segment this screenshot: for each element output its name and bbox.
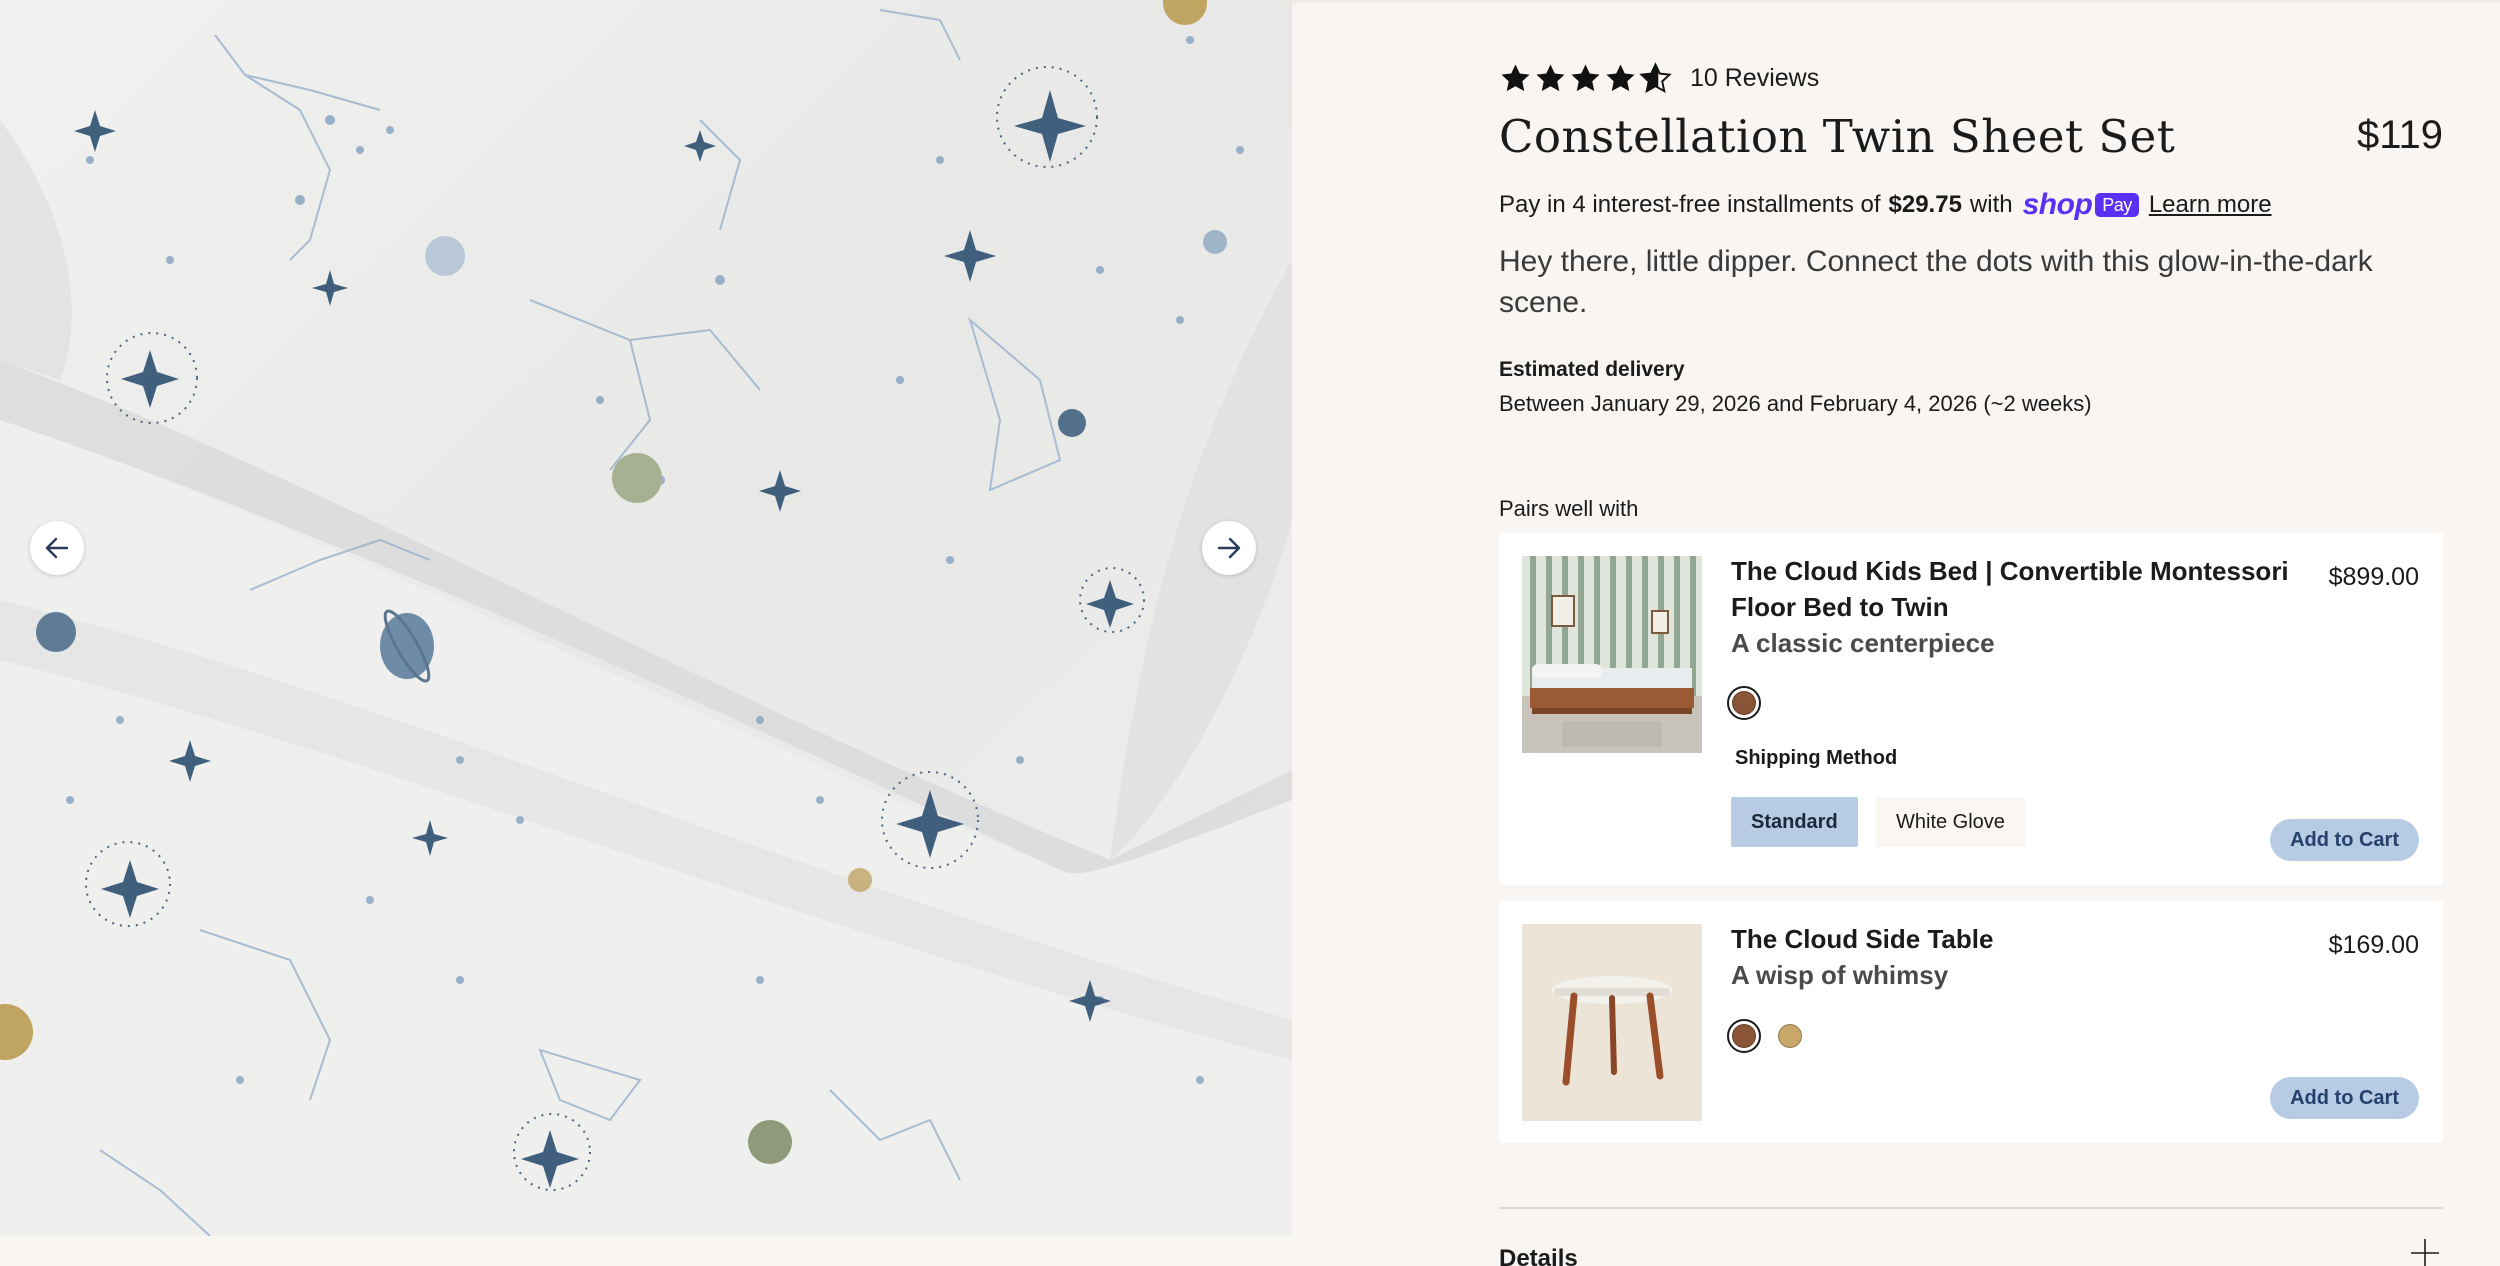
gallery-prev-button[interactable] [30,521,84,575]
arrow-left-icon [45,537,69,559]
delivery-heading: Estimated delivery [1499,358,1685,381]
side-table-swatch-walnut[interactable] [1727,1019,1761,1053]
arrow-right-icon [1217,537,1241,559]
rating-row[interactable]: 10 Reviews [1499,62,1819,95]
star-rating [1499,62,1672,95]
side-table-name[interactable]: The Cloud Side Table [1731,921,2291,957]
star-full-icon [1501,64,1530,92]
gallery-next-button[interactable] [1202,521,1256,575]
installments-text: Pay in 4 interest-free installments of [1499,191,1881,218]
installments-amount: $29.75 [1888,191,1962,218]
plus-icon[interactable] [2409,1237,2441,1266]
side-table-price: $169.00 [2328,931,2419,959]
star-half-icon [1639,62,1672,94]
side-table-thumbnail[interactable] [1522,924,1702,1121]
details-accordion-label[interactable]: Details [1499,1245,1578,1266]
product-image-gallery [0,0,1292,1236]
kids-bed-swatch-walnut[interactable] [1727,686,1761,720]
product-description: Hey there, little dipper. Connect the do… [1499,245,2373,319]
pairs-heading: Pairs well with [1499,496,1639,521]
swatch-color-chip [1732,1024,1756,1048]
product-price: $119 [2356,113,2443,157]
product-title: Constellation Twin Sheet Set [1499,110,2176,163]
side-table-add-to-cart-button[interactable]: Add to Cart [2270,1077,2419,1119]
side-table-subtitle: A wisp of whimsy [1731,960,1949,990]
shipping-white-glove-button[interactable]: White Glove [1876,797,2025,847]
delivery-estimate: Between January 29, 2026 and February 4,… [1499,391,2092,416]
pairing-info-kids-bed: The Cloud Kids Bed | Convertible Montess… [1731,553,2291,661]
installments-row: Pay in 4 interest-free installments of $… [1499,188,2272,222]
shipping-standard-button[interactable]: Standard [1731,797,1858,847]
swatch-color-chip [1732,691,1756,715]
star-full-icon [1606,64,1635,92]
installments-with: with [1969,191,2013,218]
shop-pay-logo: shop Pay [2023,188,2139,222]
learn-more-link[interactable]: Learn more [2149,191,2272,219]
side-table-swatch-natural[interactable] [1773,1019,1807,1053]
kids-bed-add-to-cart-button[interactable]: Add to Cart [2270,819,2419,861]
reviews-link[interactable]: 10 Reviews [1690,64,1819,93]
pairing-card-side-table: The Cloud Side Table A wisp of whimsy $1… [1499,901,2443,1143]
shop-pay-badge: Pay [2095,193,2139,217]
kids-bed-thumbnail[interactable] [1522,556,1702,753]
kids-bed-image [1522,556,1702,753]
details-divider [1499,1207,2443,1209]
shop-pay-wordmark: shop [2022,188,2093,221]
kids-bed-name[interactable]: The Cloud Kids Bed | Convertible Montess… [1731,553,2291,625]
star-full-icon [1536,64,1565,92]
pairing-info-side-table: The Cloud Side Table A wisp of whimsy [1731,921,2291,993]
swatch-color-chip [1778,1024,1802,1048]
star-full-icon [1571,64,1600,92]
sheet-set-photo [0,0,1292,1236]
kids-bed-price: $899.00 [2328,563,2419,591]
top-divider [1292,0,2500,3]
kids-bed-subtitle: A classic centerpiece [1731,628,1995,658]
side-table-image [1522,924,1702,1121]
pairing-card-kids-bed: The Cloud Kids Bed | Convertible Montess… [1499,533,2443,885]
shipping-method-label: Shipping Method [1735,747,1898,769]
